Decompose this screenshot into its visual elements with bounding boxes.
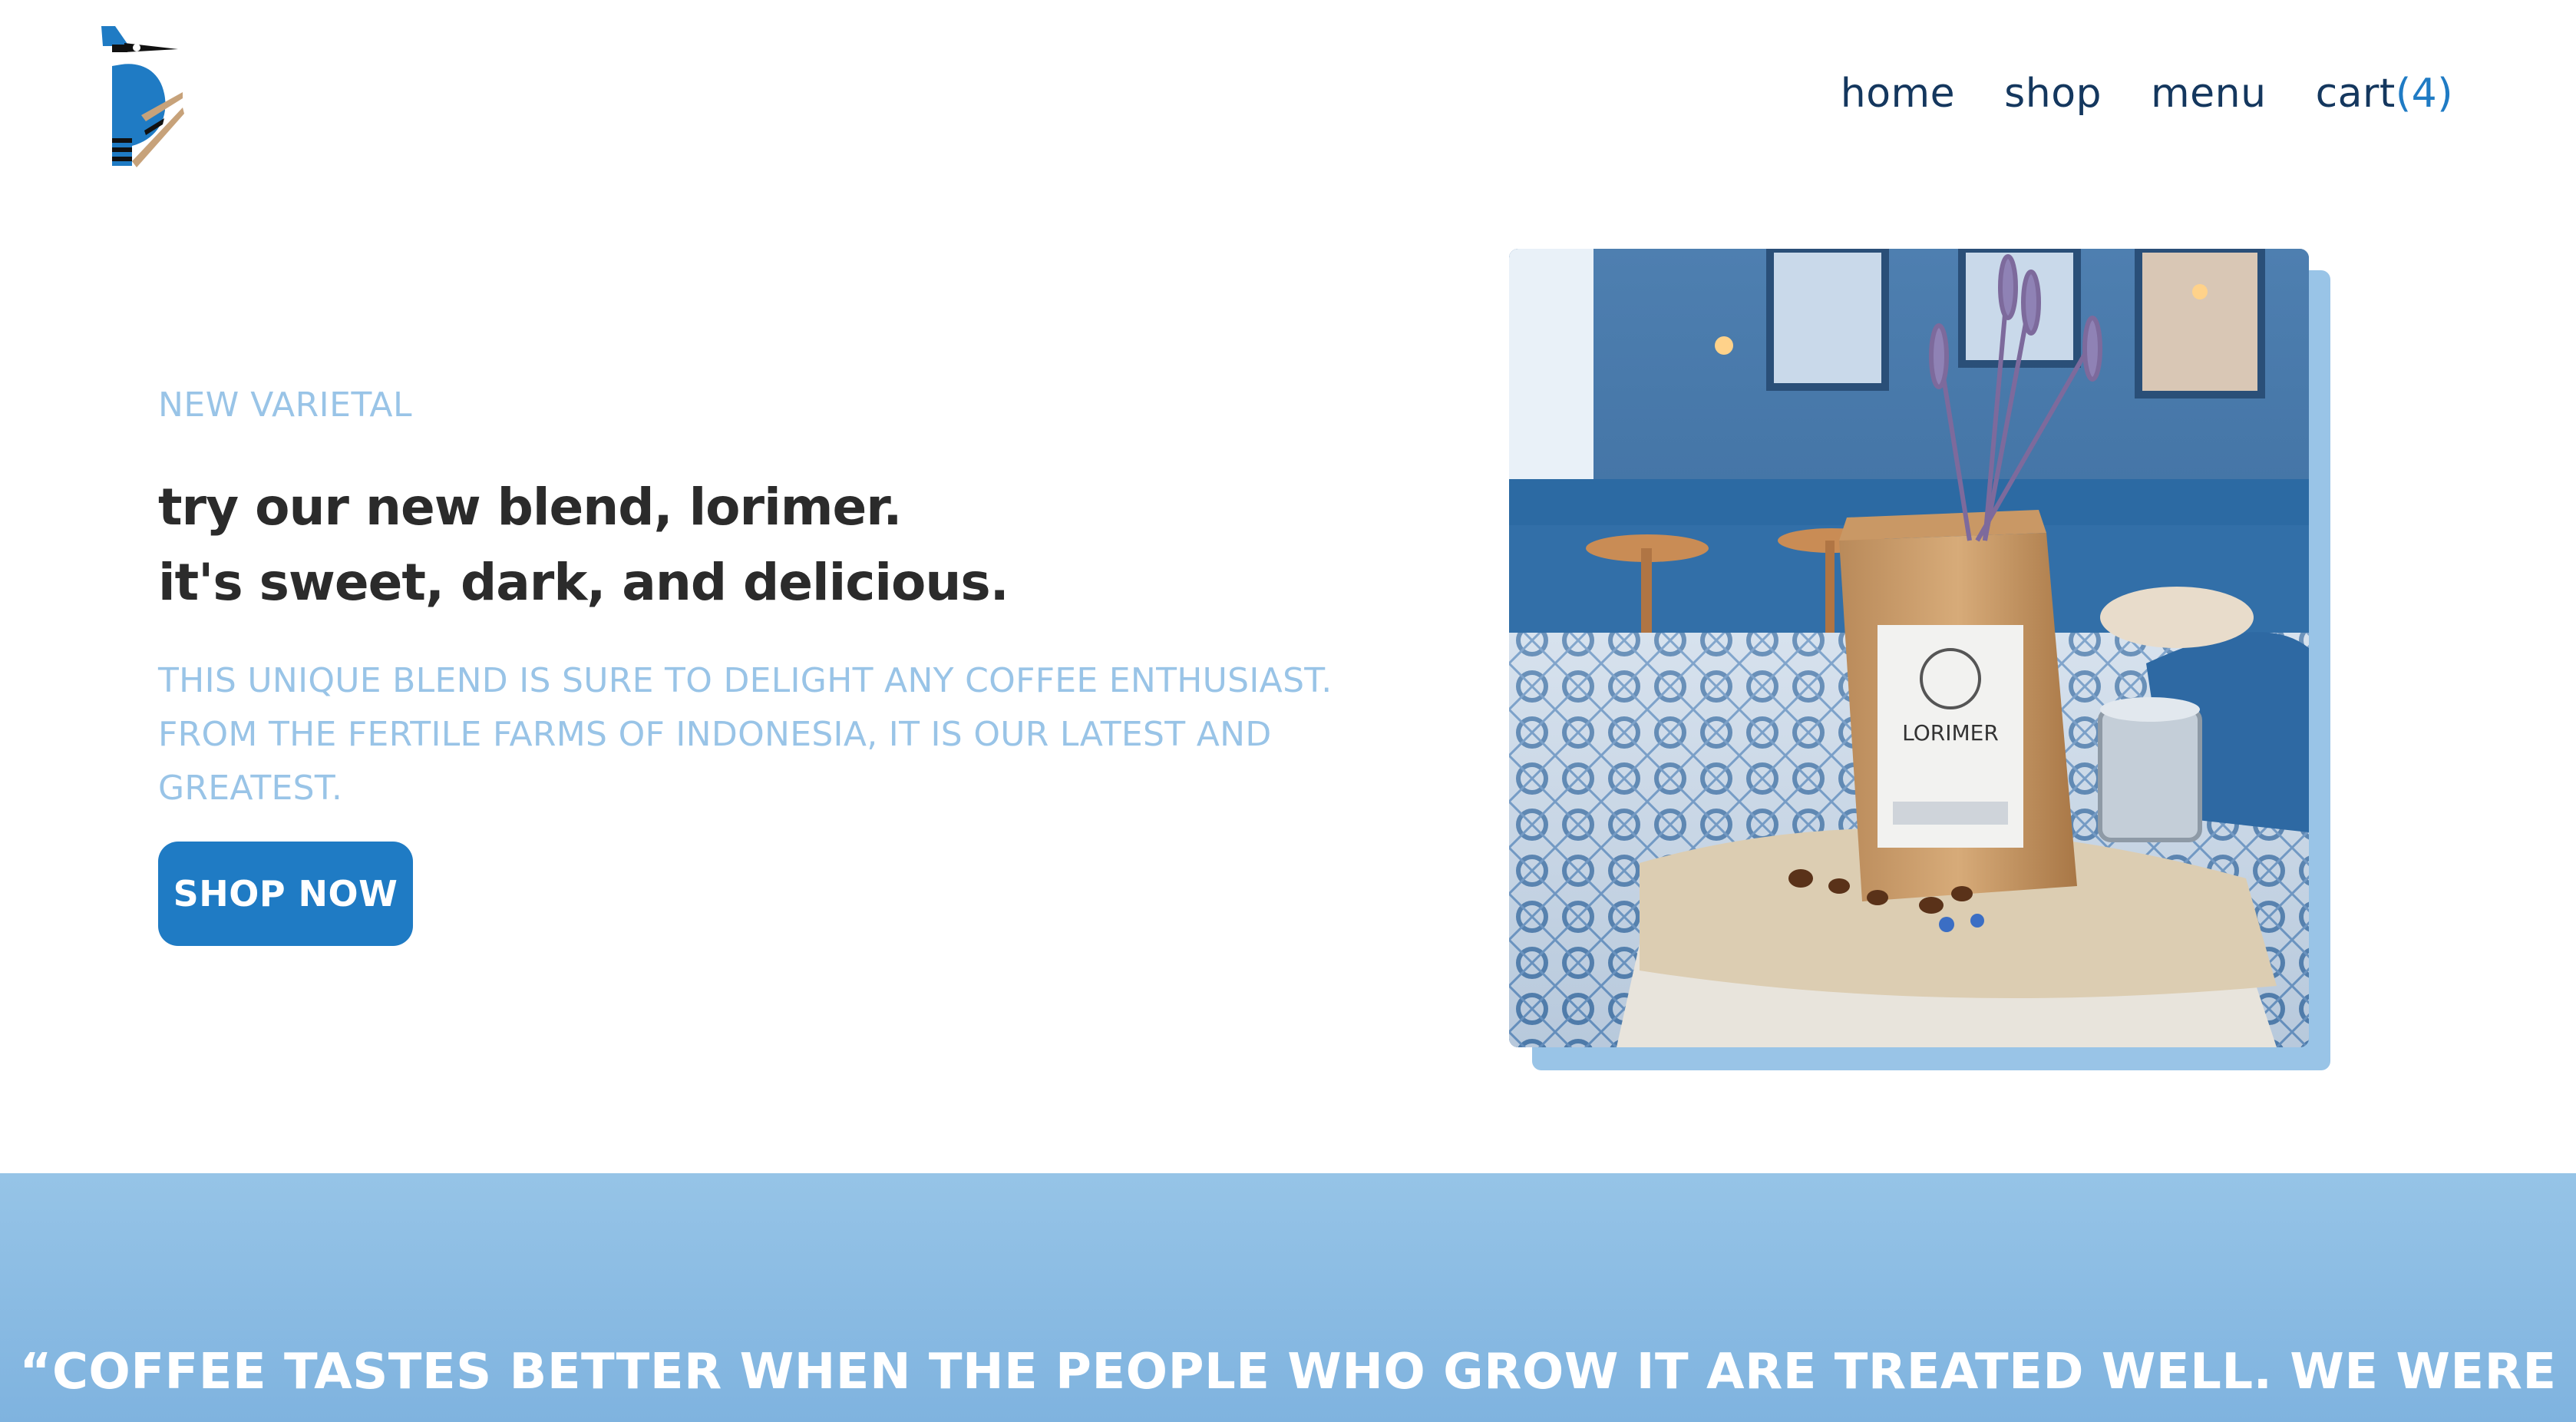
hero-product-image: LORIMER xyxy=(1509,249,2309,1047)
hero-headline: try our new blend, lorimer. it's sweet, … xyxy=(158,470,1009,620)
logo[interactable] xyxy=(98,23,187,174)
shop-now-button[interactable]: SHOP NOW xyxy=(158,842,413,946)
blue-jay-logo-icon xyxy=(101,26,184,167)
nav-menu-link[interactable]: menu xyxy=(2151,71,2267,117)
bag-label: LORIMER xyxy=(1902,720,1999,746)
cart-label: cart xyxy=(2315,71,2396,117)
main-nav: home shop menu cart(4) xyxy=(1841,71,2453,117)
quote-text: “COFFEE TASTES BETTER WHEN THE PEOPLE WH… xyxy=(19,1344,2557,1401)
cart-count-badge: (4) xyxy=(2395,71,2453,117)
hero-eyebrow: NEW VARIETAL xyxy=(158,385,413,425)
hero-headline-line-2: it's sweet, dark, and delicious. xyxy=(158,553,1009,612)
hero-description: THIS UNIQUE BLEND IS SURE TO DELIGHT ANY… xyxy=(158,661,1333,808)
nav-shop-link[interactable]: shop xyxy=(2004,71,2102,117)
nav-cart-link[interactable]: cart(4) xyxy=(2316,71,2453,117)
hero-headline-line-1: try our new blend, lorimer. xyxy=(158,478,902,537)
cafe-scene-illustration: LORIMER xyxy=(1509,249,2309,1047)
nav-home-link[interactable]: home xyxy=(1841,71,1955,117)
